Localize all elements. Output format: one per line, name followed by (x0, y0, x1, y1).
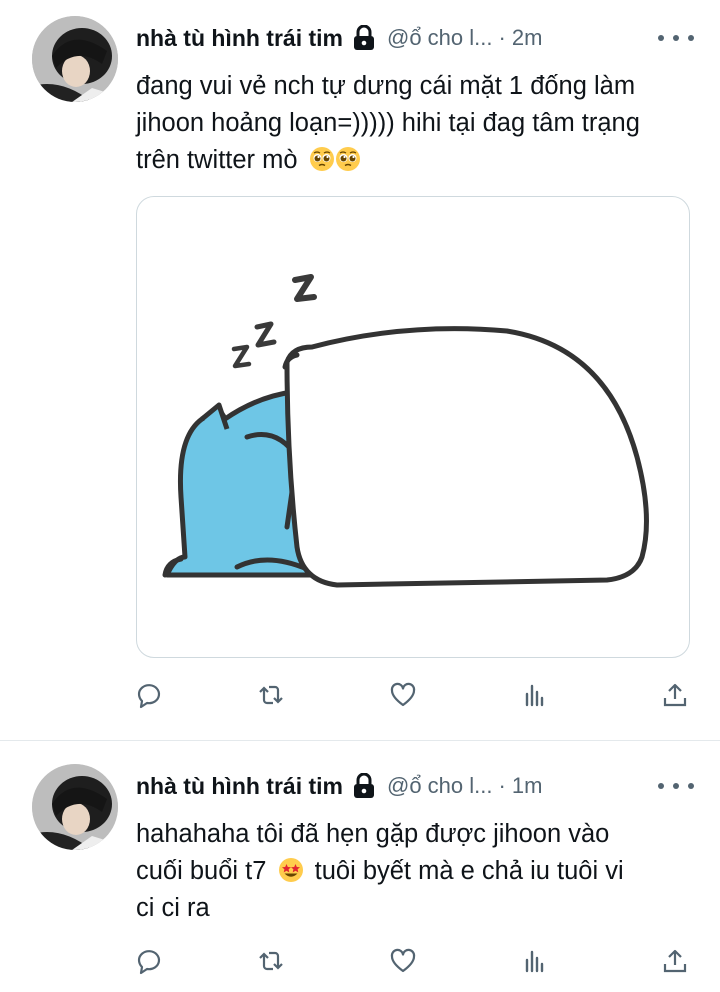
like-icon[interactable] (388, 680, 418, 710)
lock-icon (354, 25, 374, 50)
tweet-text-line: hahahaha tôi đã hẹn gặp được jihoon vào (136, 820, 610, 848)
tweet-text: hahahaha tôi đã hẹn gặp được jihoon vào … (136, 816, 696, 927)
tweet-header: nhà tù hình trái tim @ổ cho l... · 2m (136, 18, 542, 58)
views-icon[interactable] (520, 946, 550, 976)
tweet-text: đang vui vẻ nch tự dưng cái mặt 1 đống l… (136, 68, 696, 179)
pleading-face-emoji-icon (335, 147, 360, 171)
lock-icon (354, 773, 374, 798)
retweet-icon[interactable] (256, 680, 286, 710)
author-handle[interactable]: @ổ cho l... (387, 773, 493, 799)
star-struck-emoji-icon (278, 858, 303, 882)
pleading-face-emoji-icon (309, 147, 334, 171)
tweet-divider (0, 740, 720, 741)
like-icon[interactable] (388, 946, 418, 976)
retweet-icon[interactable] (256, 946, 286, 976)
tweet-text-line: jihoon hoảng loạn=))))) hihi tại đag tâm… (136, 109, 640, 137)
reply-icon[interactable] (134, 946, 164, 976)
tweet-text-line: cuối buổi t7 tuôi byết mà e chả iu tuôi … (136, 857, 624, 885)
tweet-text-line: ci ci ra (136, 894, 210, 922)
author-name[interactable]: nhà tù hình trái tim (136, 773, 343, 800)
separator-dot: · (498, 773, 506, 798)
more-options-icon[interactable] (658, 776, 694, 796)
avatar[interactable] (32, 764, 118, 850)
author-name[interactable]: nhà tù hình trái tim (136, 25, 343, 52)
tweet-media-image[interactable] (136, 196, 690, 658)
sleeping-cat-illustration (162, 274, 649, 588)
more-options-icon[interactable] (658, 28, 694, 48)
tweet-text-line: đang vui vẻ nch tự dưng cái mặt 1 đống l… (136, 72, 636, 100)
reply-icon[interactable] (134, 680, 164, 710)
share-icon[interactable] (660, 946, 690, 976)
views-icon[interactable] (520, 680, 550, 710)
share-icon[interactable] (660, 680, 690, 710)
author-handle[interactable]: @ổ cho l... (387, 25, 493, 51)
tweet-header: nhà tù hình trái tim @ổ cho l... · 1m (136, 766, 542, 806)
tweet-text-line: trên twitter mò (136, 142, 696, 179)
tweet-actions (136, 680, 692, 714)
separator-dot: · (498, 25, 506, 50)
timestamp[interactable]: 1m (512, 773, 543, 799)
tweet-actions (136, 946, 692, 980)
timestamp[interactable]: 2m (512, 25, 543, 51)
avatar[interactable] (32, 16, 118, 102)
